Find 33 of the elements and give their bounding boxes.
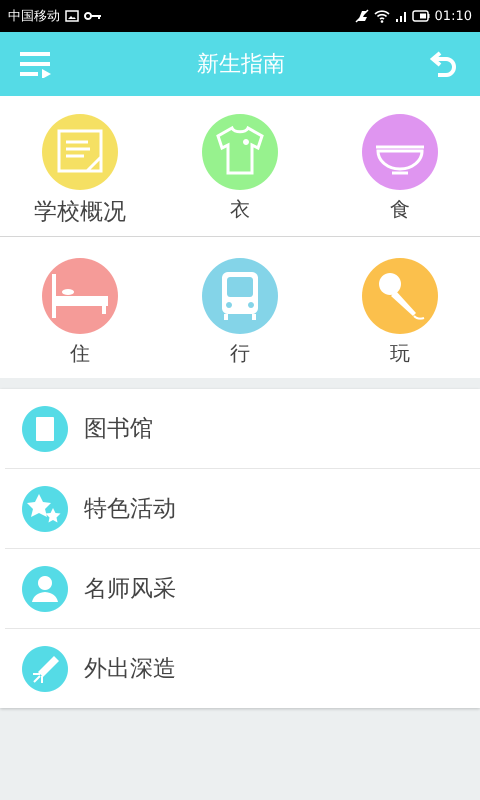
key-icon (84, 11, 102, 21)
image-icon (65, 10, 79, 22)
category-tile[interactable]: 学校概况 (0, 96, 160, 237)
menu-item[interactable]: 图书馆 (5, 389, 480, 469)
menu-item[interactable]: 外出深造 (5, 629, 480, 708)
category-label: 住 (70, 340, 90, 367)
menu-item[interactable]: 特色活动 (5, 469, 480, 549)
menu-label: 图书馆 (84, 415, 153, 444)
stars-icon (22, 486, 68, 532)
category-label: 玩 (390, 340, 410, 367)
person-icon (22, 566, 68, 612)
category-label: 行 (230, 340, 250, 367)
menu-label: 名师风采 (84, 575, 176, 604)
category-tile[interactable]: 衣 (160, 96, 320, 237)
menu-icon[interactable] (20, 50, 52, 78)
carrier-text: 中国移动 (8, 8, 60, 25)
back-icon[interactable] (430, 51, 458, 77)
battery-icon (412, 10, 430, 22)
menu-label: 外出深造 (84, 655, 176, 684)
category-tile[interactable]: 食 (320, 96, 480, 237)
clock-text: 01:10 (434, 8, 472, 24)
signal-icon (394, 10, 407, 22)
category-tile[interactable]: 行 (160, 237, 320, 378)
category-label: 衣 (230, 196, 250, 223)
category-tile[interactable]: 玩 (320, 237, 480, 378)
menu-item[interactable]: 名师风采 (5, 549, 480, 629)
category-label: 食 (390, 196, 410, 223)
category-tile[interactable]: 住 (0, 237, 160, 378)
category-label: 学校概况 (34, 198, 126, 227)
book-icon (22, 406, 68, 452)
wifi-icon (374, 10, 390, 22)
menu-label: 特色活动 (84, 495, 176, 524)
page-title: 新生指南 (196, 51, 286, 79)
